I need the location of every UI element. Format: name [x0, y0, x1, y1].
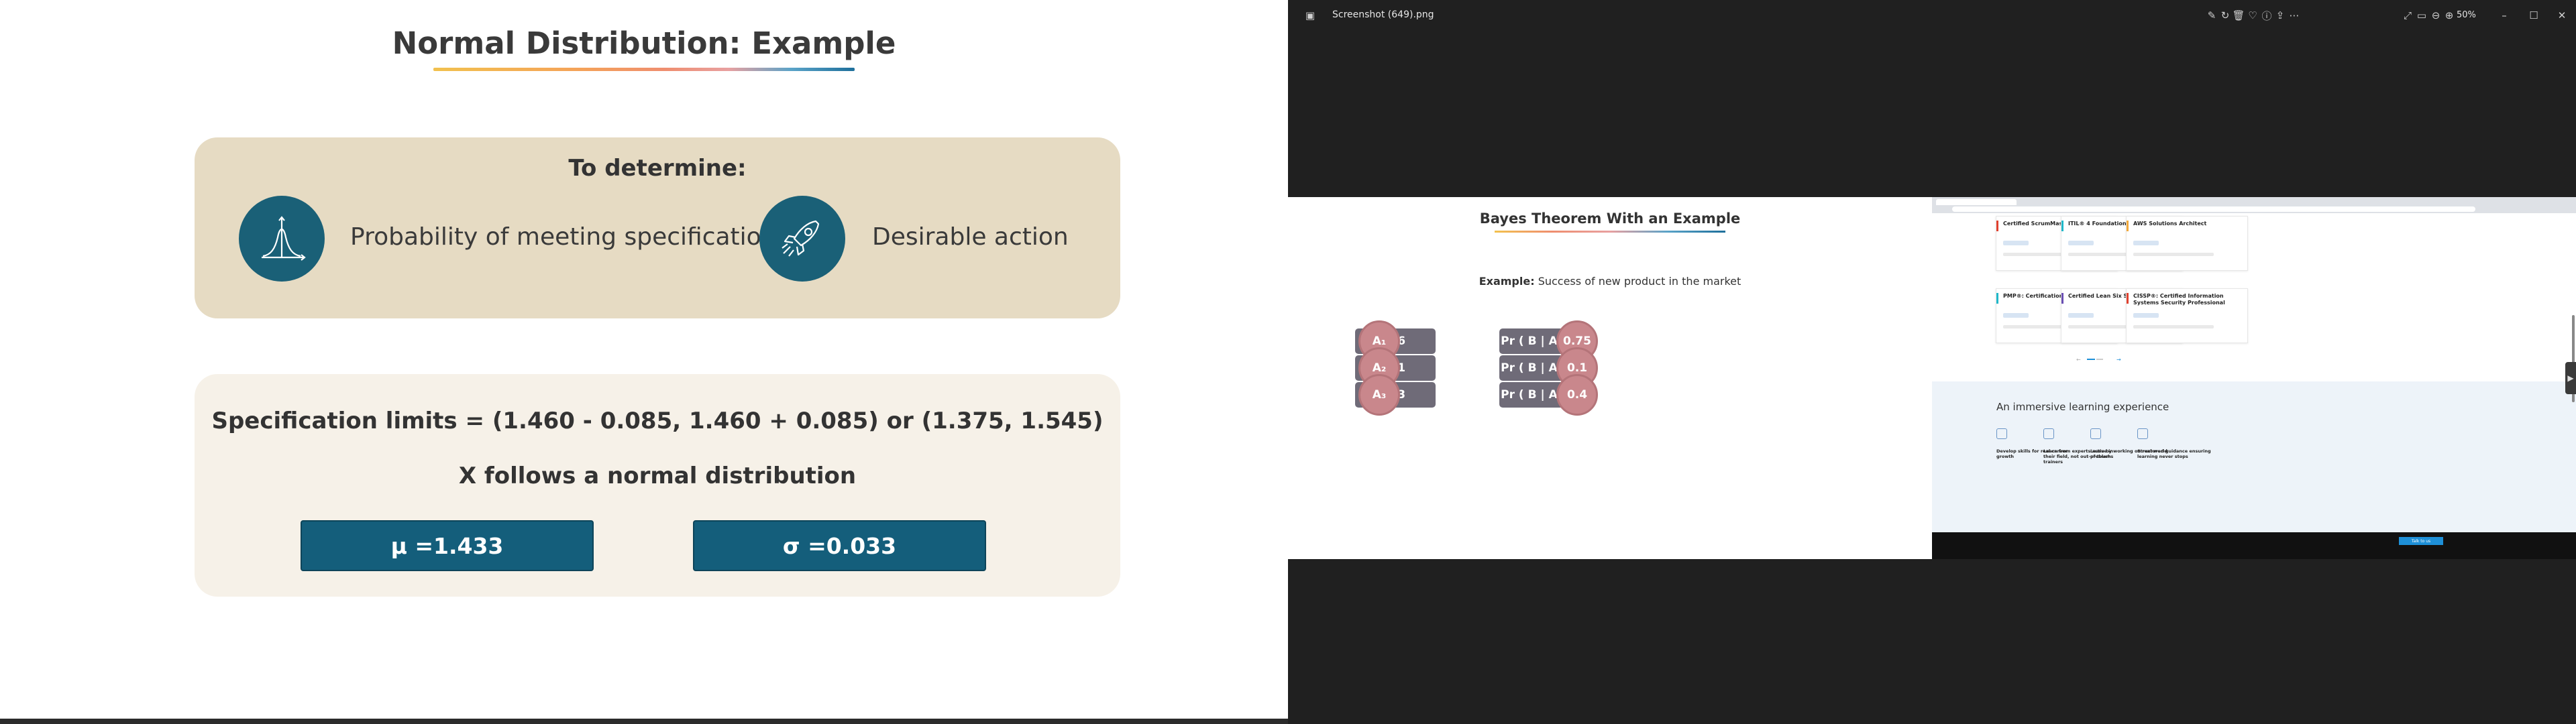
site-footer: Talk to us: [1932, 532, 2576, 559]
url-bar: [1952, 206, 2475, 212]
course-card: AWS Solutions Architect: [2126, 216, 2248, 271]
close-icon[interactable]: ✕: [2555, 8, 2569, 23]
course-card: CISSP®: Certified Information Systems Se…: [2126, 288, 2248, 343]
photo-viewer-window: ▣ Screenshot (649).png ✎ ↻ 🗑 ♡ ⓘ ⇪ ⋯ ⤢ ▭…: [1288, 0, 2576, 724]
viewer-toolbar: ▣ Screenshot (649).png ✎ ↻ 🗑 ♡ ⓘ ⇪ ⋯ ⤢ ▭…: [1288, 0, 2576, 32]
immersive-title: An immersive learning experience: [1996, 401, 2169, 413]
feature-icon: [2090, 428, 2101, 439]
minimize-icon[interactable]: –: [2497, 8, 2512, 23]
example-label: Example:: [1479, 275, 1535, 288]
browser-bar: [1932, 197, 2576, 213]
file-name: Screenshot (649).png: [1332, 9, 1434, 20]
maximize-icon[interactable]: ☐: [2526, 8, 2541, 23]
bottom-strip: [0, 719, 1288, 724]
determine-item-action: Desirable action: [872, 223, 1069, 251]
browser-tab: [1936, 199, 2017, 205]
zoom-in-icon[interactable]: ⊕: [2442, 8, 2457, 23]
zoom-out-icon[interactable]: ⊖: [2428, 8, 2443, 23]
zoom-level: 50%: [2457, 10, 2476, 20]
distribution-text: X follows a normal distribution: [458, 463, 857, 489]
example-text: Success of new product in the market: [1534, 275, 1741, 288]
feature-icon: [2137, 428, 2148, 439]
bayes-slide: Bayes Theorem With an Example Example: S…: [1288, 197, 1932, 559]
spec-limits-text: Specification limits = (1.460 - 0.085, 1…: [211, 408, 1104, 434]
svg-text:←: ←: [2076, 357, 2081, 362]
bell-curve-icon: [239, 196, 325, 282]
title-underline: [433, 68, 855, 71]
displayed-image[interactable]: Bayes Theorem With an Example Example: S…: [1288, 197, 2576, 559]
sigma-box: σ =0.033: [693, 520, 986, 571]
share-icon[interactable]: ⇪: [2273, 8, 2288, 23]
presentation-slide: Normal Distribution: Example To determin…: [0, 0, 1288, 724]
carousel-nav: ← →: [2076, 357, 2121, 362]
a3-label: A₃: [1358, 374, 1400, 416]
determine-item-probability: Probability of meeting specifications: [350, 223, 790, 251]
feature-item: Structured guidance ensuring learning ne…: [2137, 428, 2218, 459]
footer-cta-button: Talk to us: [2399, 537, 2443, 545]
gallery-icon[interactable]: ▣: [1303, 8, 1318, 23]
bayes-title: Bayes Theorem With an Example: [1479, 210, 1741, 227]
rotate-icon[interactable]: ↻: [2218, 8, 2233, 23]
determine-box: To determine: Probability of meeting spe…: [195, 137, 1120, 318]
bayes-example: Example: Success of new product in the m…: [1288, 275, 1932, 288]
course-card-title: CISSP®: Certified Information Systems Se…: [2133, 293, 2225, 306]
rocket-icon: [759, 196, 845, 282]
fit-icon[interactable]: ▭: [2414, 8, 2429, 23]
course-card-title: AWS Solutions Architect: [2133, 221, 2207, 227]
pr3-value: 0.4: [1556, 374, 1598, 416]
mu-box: μ =1.433: [301, 520, 594, 571]
determine-heading: To determine:: [568, 155, 747, 182]
slide-title: Normal Distribution: Example: [392, 25, 896, 61]
favorite-icon[interactable]: ♡: [2245, 8, 2260, 23]
fullscreen-icon[interactable]: ⤢: [2400, 8, 2415, 23]
feature-icon: [1996, 428, 2007, 439]
specification-box: Specification limits = (1.460 - 0.085, 1…: [195, 374, 1120, 597]
info-icon[interactable]: ⓘ: [2259, 8, 2274, 23]
feature-icon: [2043, 428, 2054, 439]
next-image-icon[interactable]: ▶: [2565, 362, 2576, 394]
delete-icon[interactable]: 🗑: [2231, 8, 2246, 23]
website-screenshot: Certified ScrumMaster® (CSM) ITIL® 4 Fou…: [1932, 197, 2576, 559]
edit-icon[interactable]: ✎: [2204, 8, 2219, 23]
bayes-underline: [1495, 231, 1725, 233]
more-icon[interactable]: ⋯: [2287, 8, 2302, 23]
immersive-section: An immersive learning experience Develop…: [1932, 381, 2576, 532]
svg-text:→: →: [2116, 357, 2121, 362]
